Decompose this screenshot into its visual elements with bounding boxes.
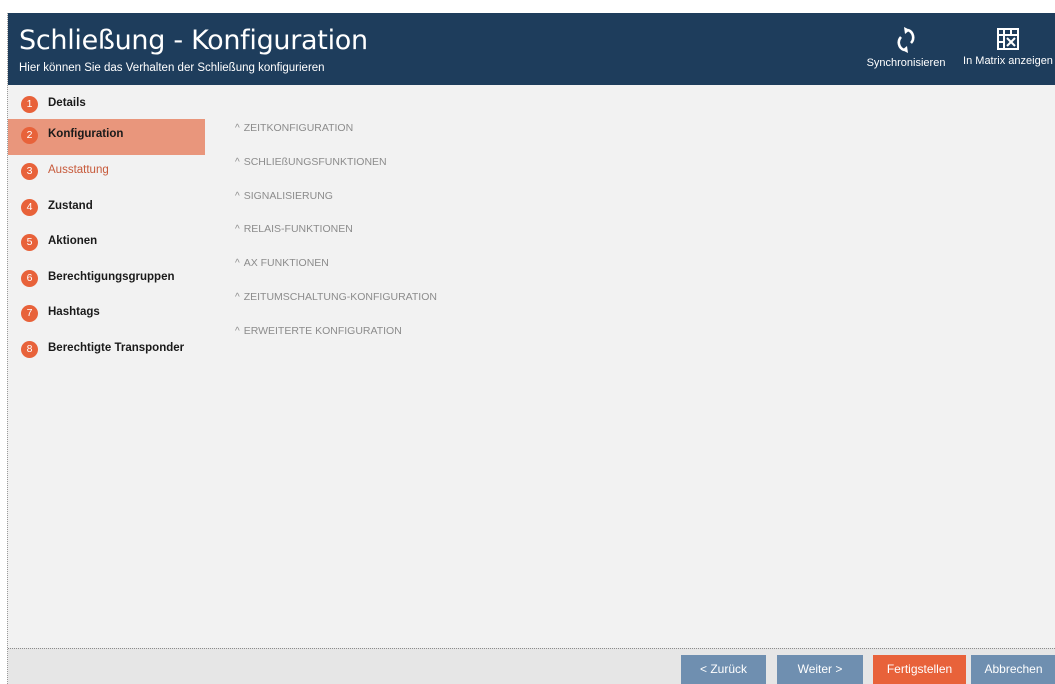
configuration-panel: ^ ZEITKONFIGURATION ^ SCHLIEßUNGSFUNKTIONE… [205, 85, 1055, 661]
step-number: 5 [21, 234, 38, 251]
step-label: Berechtigte Transponder [48, 342, 185, 354]
step-number: 7 [21, 305, 38, 322]
chevron-up-icon: ^ [235, 292, 240, 303]
next-button[interactable]: Weiter > [777, 655, 863, 684]
step-label: Ausstattung [48, 164, 109, 176]
section-zeitumschaltung-konfiguration[interactable]: ^ ZEITUMSCHALTUNG-KONFIGURATION [235, 291, 437, 303]
chevron-up-icon: ^ [235, 123, 240, 134]
chevron-up-icon: ^ [235, 258, 240, 269]
step-label: Konfiguration [48, 128, 124, 140]
show-in-matrix-button[interactable]: In Matrix anzeigen [960, 27, 1055, 83]
sync-icon [897, 27, 915, 53]
step-ausstattung[interactable]: 3 Ausstattung [8, 155, 205, 191]
step-aktionen[interactable]: 5 Aktionen [8, 226, 205, 262]
configuration-sections: ^ ZEITKONFIGURATION ^ SCHLIEßUNGSFUNKTIONE… [205, 85, 1055, 661]
section-signalisierung[interactable]: ^ SIGNALISIERUNG [235, 190, 333, 202]
step-berechtigte-transponder[interactable]: 8 Berechtigte Transponder [8, 333, 205, 369]
chevron-up-icon: ^ [235, 224, 240, 235]
chevron-up-icon: ^ [235, 326, 240, 337]
step-label: Berechtigungsgruppen [48, 271, 175, 283]
section-label: ERWEITERTE KONFIGURATION [243, 325, 402, 337]
step-label: Details [48, 97, 86, 109]
page-subtitle: Hier können Sie das Verhalten der Schlie… [19, 62, 325, 74]
wizard-steps-sidebar: 1 Details 2 Konfiguration 3 Ausstattung … [8, 85, 215, 661]
chevron-up-icon: ^ [235, 157, 240, 168]
synchronize-label: Synchronisieren [866, 57, 946, 69]
section-ax-funktionen[interactable]: ^ AX FUNKTIONEN [235, 257, 329, 269]
step-label: Aktionen [48, 235, 98, 247]
section-zeitkonfiguration[interactable]: ^ ZEITKONFIGURATION [235, 122, 353, 134]
section-schliessungsfunktionen[interactable]: ^ SCHLIEßUNGSFUNKTIONEN [235, 156, 387, 168]
step-number: 8 [21, 341, 38, 358]
step-label: Hashtags [48, 306, 100, 318]
page-title: Schließung - Konfiguration [19, 25, 368, 56]
step-number: 4 [21, 199, 38, 216]
step-number: 1 [21, 96, 38, 113]
step-number: 2 [21, 127, 38, 144]
show-in-matrix-label: In Matrix anzeigen [963, 55, 1053, 67]
finish-button[interactable]: Fertigstellen [873, 655, 966, 684]
step-label: Zustand [48, 200, 93, 212]
step-hashtags[interactable]: 7 Hashtags [8, 297, 205, 333]
synchronize-button[interactable]: Synchronisieren [863, 27, 949, 83]
back-button[interactable]: < Zurück [681, 655, 766, 684]
cancel-button[interactable]: Abbrechen [971, 655, 1055, 684]
chevron-up-icon: ^ [235, 191, 240, 202]
section-label: SCHLIEßUNGSFUNKTIONEN [243, 156, 387, 168]
step-berechtigungsgruppen[interactable]: 6 Berechtigungsgruppen [8, 262, 205, 298]
dialog-window: Schließung - Konfiguration Hier können S… [7, 13, 1055, 684]
section-relais-funktionen[interactable]: ^ RELAIS-FUNKTIONEN [235, 223, 353, 235]
section-label: RELAIS-FUNKTIONEN [243, 223, 353, 235]
step-number: 3 [21, 163, 38, 180]
section-erweiterte-konfiguration[interactable]: ^ ERWEITERTE KONFIGURATION [235, 325, 402, 337]
matrix-icon [997, 28, 1019, 50]
step-zustand[interactable]: 4 Zustand [8, 191, 205, 227]
section-label: ZEITUMSCHALTUNG-KONFIGURATION [243, 291, 437, 303]
section-label: SIGNALISIERUNG [243, 190, 333, 202]
section-label: ZEITKONFIGURATION [243, 122, 354, 134]
step-number: 6 [21, 270, 38, 287]
header-bar: Schließung - Konfiguration Hier können S… [8, 13, 1055, 85]
section-label: AX FUNKTIONEN [243, 257, 329, 269]
step-konfiguration[interactable]: 2 Konfiguration [8, 119, 215, 155]
